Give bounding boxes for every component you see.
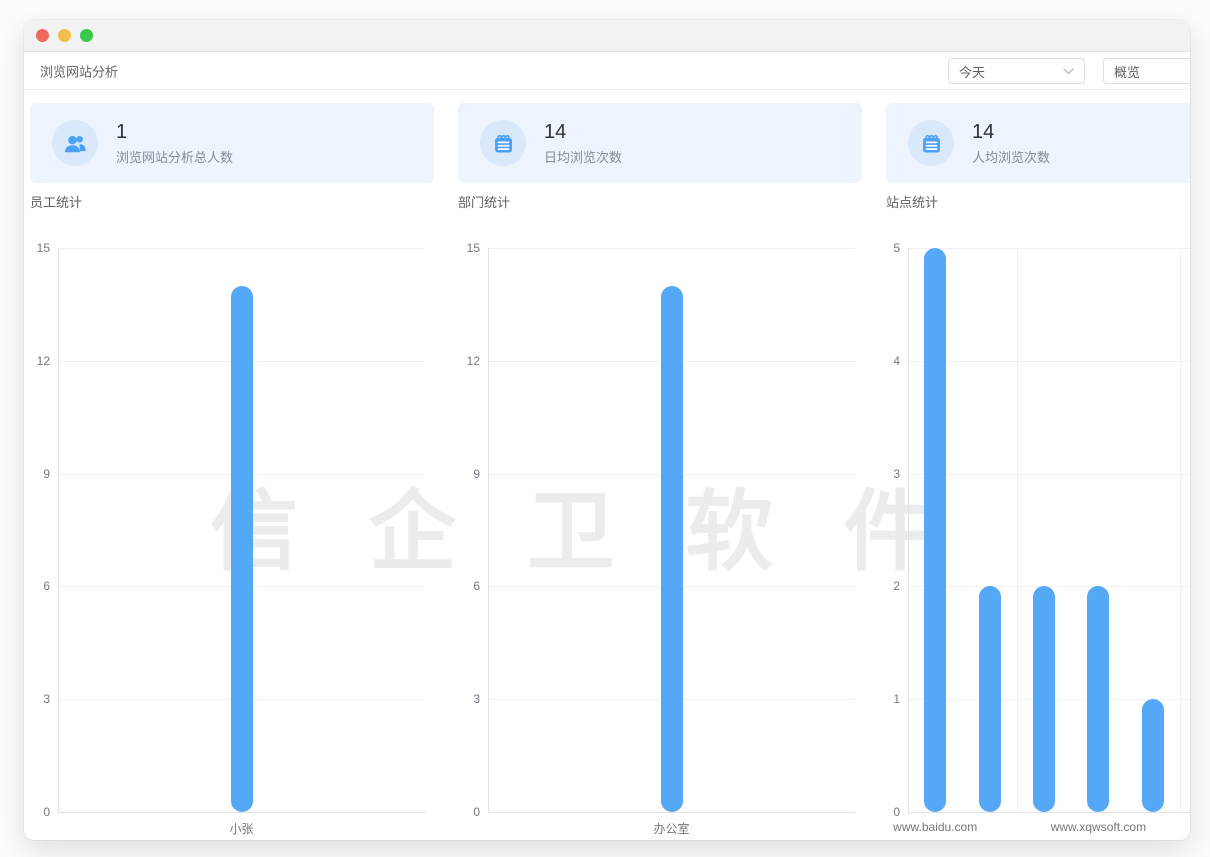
y-axis-line (908, 248, 909, 812)
notepad-icon (480, 120, 526, 166)
bar-series-4[interactable] (1142, 699, 1164, 812)
y-axis-tick-label: 3 (893, 467, 900, 481)
stat-label: 浏览网站分析总人数 (116, 147, 233, 166)
bar-series-1[interactable] (979, 586, 1001, 812)
stat-card-per-person-views: 14 人均浏览次数 (886, 103, 1190, 183)
stat-value: 14 (544, 120, 622, 144)
stat-card-total-people: 1 浏览网站分析总人数 (30, 103, 434, 183)
bar-www.xqwsoft.com[interactable] (1087, 586, 1109, 812)
page-header: 浏览网站分析 今天 概览 (24, 53, 1190, 90)
y-axis-tick-label: 4 (893, 354, 900, 368)
x-axis-line (488, 812, 855, 813)
chevron-down-icon (1063, 68, 1074, 75)
y-axis-line (488, 248, 489, 812)
x-axis-line (58, 812, 425, 813)
y-axis-tick-label: 9 (43, 467, 50, 481)
x-axis-category-label: www.baidu.com (893, 820, 977, 834)
gridline (58, 248, 425, 249)
maximize-window-button[interactable] (80, 29, 93, 42)
bar-series-2[interactable] (1033, 586, 1055, 812)
department-stats-chart: 部门统计 15129630办公室 (458, 192, 862, 840)
y-axis-tick-label: 3 (473, 692, 480, 706)
chart-plot-area: 15129630办公室 (488, 248, 855, 812)
stat-value: 14 (972, 120, 1050, 144)
y-axis-tick-label: 9 (473, 467, 480, 481)
y-axis-line (58, 248, 59, 812)
period-select[interactable]: 今天 (948, 58, 1085, 84)
notepad-icon (908, 120, 954, 166)
y-axis-tick-label: 15 (37, 241, 50, 255)
view-select-value: 概览 (1114, 62, 1140, 81)
vertical-gridline (1017, 248, 1018, 812)
y-axis-tick-label: 5 (893, 241, 900, 255)
chart-title: 站点统计 (886, 192, 1190, 211)
y-axis-tick-label: 1 (893, 692, 900, 706)
window-titlebar[interactable] (24, 20, 1190, 52)
x-axis-category-label: 小张 (229, 820, 253, 837)
chart-plot-area: 15129630小张 (58, 248, 425, 812)
y-axis-tick-label: 12 (37, 354, 50, 368)
y-axis-tick-label: 6 (473, 579, 480, 593)
x-axis-category-label: 办公室 (653, 820, 689, 837)
gridline (908, 248, 1190, 249)
y-axis-tick-label: 0 (473, 805, 480, 819)
page-title: 浏览网站分析 (40, 62, 118, 81)
period-select-value: 今天 (959, 62, 985, 81)
x-axis-line (908, 812, 1190, 813)
app-window: 浏览网站分析 今天 概览 信企卫软件 1 浏览网站分析总人数 (24, 20, 1190, 840)
stat-value: 1 (116, 120, 233, 144)
stat-label: 日均浏览次数 (544, 147, 622, 166)
stat-cards-row: 1 浏览网站分析总人数 14 日均浏览次数 (30, 103, 1190, 183)
y-axis-tick-label: 0 (893, 805, 900, 819)
gridline (488, 248, 855, 249)
y-axis-tick-label: 6 (43, 579, 50, 593)
stat-card-daily-views: 14 日均浏览次数 (458, 103, 862, 183)
minimize-window-button[interactable] (58, 29, 71, 42)
x-axis-category-label: www.xqwsoft.com (1051, 820, 1146, 834)
chart-title: 部门统计 (458, 192, 862, 211)
stat-label: 人均浏览次数 (972, 147, 1050, 166)
employee-stats-chart: 员工统计 15129630小张 (30, 192, 434, 840)
chart-plot-area: 543210www.baidu.comwww.xqwsoft.com (908, 248, 1180, 812)
gridline (908, 361, 1190, 362)
close-window-button[interactable] (36, 29, 49, 42)
chart-title: 员工统计 (30, 192, 434, 211)
y-axis-tick-label: 15 (467, 241, 480, 255)
view-select[interactable]: 概览 (1103, 58, 1190, 84)
y-axis-tick-label: 2 (893, 579, 900, 593)
bar-www.baidu.com[interactable] (924, 248, 946, 812)
bar-办公室[interactable] (661, 286, 683, 812)
site-stats-chart: 站点统计 543210www.baidu.comwww.xqwsoft.com (886, 192, 1190, 840)
gridline (908, 474, 1190, 475)
vertical-gridline (1180, 248, 1181, 812)
y-axis-tick-label: 3 (43, 692, 50, 706)
users-icon (52, 120, 98, 166)
y-axis-tick-label: 12 (467, 354, 480, 368)
bar-小张[interactable] (231, 286, 253, 812)
y-axis-tick-label: 0 (43, 805, 50, 819)
